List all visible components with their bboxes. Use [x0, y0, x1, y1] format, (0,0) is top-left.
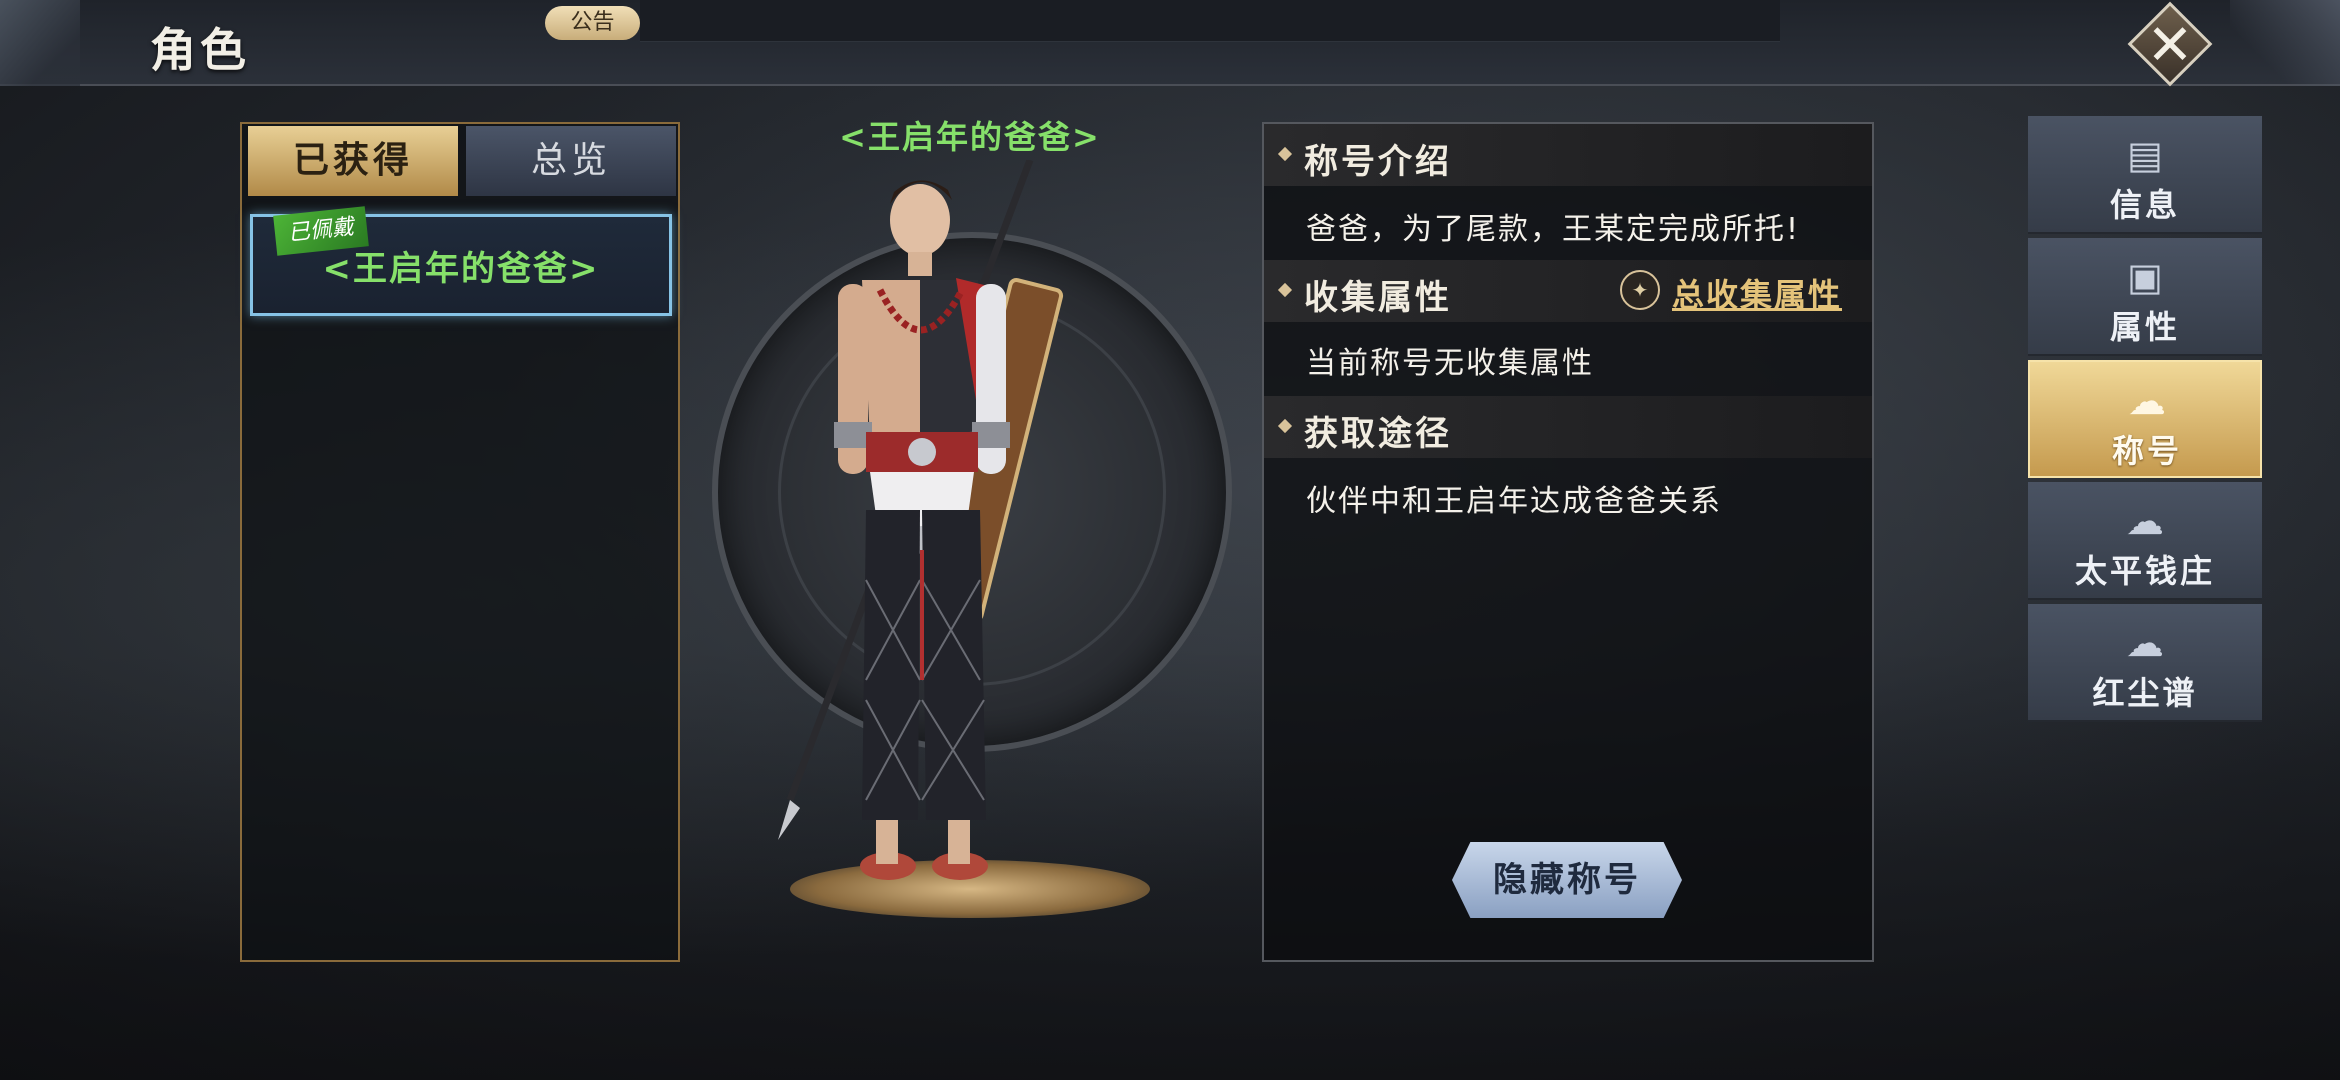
- right-ankle: [948, 820, 970, 864]
- cloud-icon: ☁: [2128, 379, 2166, 423]
- collect-heading: 收集属性: [1304, 278, 1452, 318]
- total-collect-attr-label: 总收集属性: [1672, 276, 1843, 314]
- side-nav: ▤ 信息 ▣ 属性 ☁ 称号 ☁ 太平钱庄 ☁ 红尘谱: [2028, 116, 2262, 726]
- intro-section-header: 称号介绍: [1264, 124, 1872, 186]
- nav-item-info[interactable]: ▤ 信息: [2028, 116, 2262, 234]
- intro-heading: 称号介绍: [1304, 142, 1452, 182]
- head: [890, 184, 950, 256]
- obtain-text: 伙伴中和王启年达成爸爸关系: [1306, 484, 1722, 519]
- list-item[interactable]: 已佩戴 <王启年的爸爸>: [250, 206, 672, 316]
- nav-item-bank[interactable]: ☁ 太平钱庄: [2028, 482, 2262, 600]
- nav-item-label: 称号: [2111, 432, 2182, 470]
- nav-item-label: 信息: [2109, 186, 2180, 224]
- hide-title-button[interactable]: 隐藏称号: [1452, 842, 1682, 918]
- close-button[interactable]: ✕: [2124, 1, 2216, 87]
- character-model[interactable]: [770, 160, 1090, 920]
- list-item-title: <王启年的爸爸>: [322, 249, 600, 289]
- collect-section-header: 收集属性 ✦ 总收集属性: [1264, 260, 1872, 322]
- neck: [908, 252, 932, 276]
- obtain-heading: 获取途径: [1304, 414, 1452, 454]
- character-title: <王启年的爸爸>: [839, 118, 1101, 156]
- left-ankle: [876, 820, 898, 864]
- title-info-panel: 称号介绍 爸爸，为了尾款，王某定完成所托! 收集属性 ✦ 总收集属性 当前称号无…: [1262, 122, 1874, 962]
- tab-overview[interactable]: 总览: [466, 126, 676, 196]
- nav-item-redlist[interactable]: ☁ 红尘谱: [2028, 604, 2262, 722]
- title-list-panel: 已获得 总览 已佩戴 <王启年的爸爸>: [240, 122, 680, 962]
- cloud-icon: ☁: [2126, 499, 2164, 543]
- belt-buckle: [908, 438, 936, 466]
- emblem-icon: ✦: [1620, 270, 1660, 310]
- close-icon: ✕: [2146, 13, 2194, 78]
- profile-card-icon: ▣: [2127, 255, 2163, 299]
- diamond-bullet-icon: [1277, 146, 1293, 162]
- spear-tip: [778, 800, 800, 840]
- page-title: 角色: [150, 23, 250, 77]
- top-strip: [640, 0, 1780, 42]
- nav-item-titles[interactable]: ☁ 称号: [2028, 360, 2262, 478]
- corner-decoration: [2230, 0, 2340, 86]
- diamond-bullet-icon: [1277, 418, 1293, 434]
- nav-item-label: 属性: [2109, 308, 2180, 346]
- bamboo-decoration: [0, 0, 80, 86]
- obtain-section-header: 获取途径: [1264, 396, 1872, 458]
- collect-text: 当前称号无收集属性: [1306, 346, 1594, 381]
- scroll-icon: ▤: [2127, 133, 2163, 177]
- intro-text: 爸爸，为了尾款，王某定完成所托!: [1306, 212, 1801, 247]
- nav-item-attributes[interactable]: ▣ 属性: [2028, 238, 2262, 356]
- tab-obtained[interactable]: 已获得: [248, 126, 458, 196]
- nav-item-label: 太平钱庄: [2074, 552, 2215, 590]
- nav-item-label: 红尘谱: [2092, 674, 2198, 712]
- cloud-icon: ☁: [2126, 621, 2164, 665]
- notice-button[interactable]: 公告: [545, 6, 640, 40]
- diamond-bullet-icon: [1277, 282, 1293, 298]
- top-bar: 角色 公告 ✕: [0, 0, 2340, 87]
